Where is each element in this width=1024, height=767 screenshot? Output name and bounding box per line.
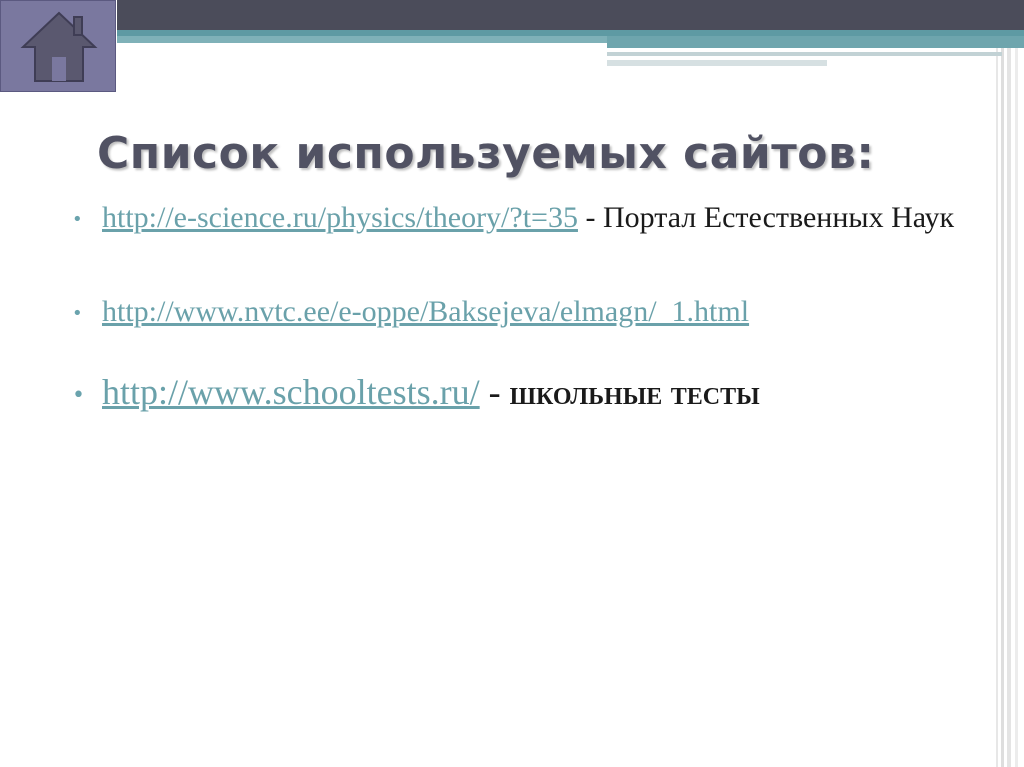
banner-stripe bbox=[607, 36, 1024, 48]
home-button[interactable] bbox=[0, 0, 116, 92]
banner-stripe bbox=[117, 36, 607, 43]
banner-stripe bbox=[607, 60, 827, 66]
bullet: • bbox=[72, 209, 83, 230]
link-schooltests[interactable]: http://www.schooltests.ru/ bbox=[102, 372, 480, 412]
description: школьные тесты bbox=[509, 375, 760, 412]
page-title: Список используемых сайтов: bbox=[97, 128, 875, 179]
list-item: • http://www.nvtc.ee/e-oppe/Baksejeva/el… bbox=[72, 292, 972, 332]
site-list: • http://e-science.ru/physics/theory/?t=… bbox=[72, 198, 972, 416]
list-item: • http://www.schooltests.ru/ - школьные … bbox=[72, 370, 972, 416]
top-banner bbox=[117, 0, 1024, 30]
edge-stripe bbox=[996, 0, 998, 767]
list-item: • http://e-science.ru/physics/theory/?t=… bbox=[72, 198, 972, 238]
description: Портал Естественных Наук bbox=[602, 201, 955, 234]
separator: - bbox=[479, 372, 510, 412]
link-nvtc[interactable]: http://www.nvtc.ee/e-oppe/Baksejeva/elma… bbox=[102, 295, 749, 328]
banner-stripe bbox=[607, 52, 1002, 56]
home-icon bbox=[20, 11, 98, 82]
separator: - bbox=[577, 201, 603, 234]
edge-stripe bbox=[1007, 0, 1011, 767]
slide: Список используемых сайтов: • http://e-s… bbox=[0, 0, 1024, 767]
edge-stripe bbox=[1015, 0, 1018, 767]
bullet: • bbox=[72, 303, 83, 324]
link-e-science[interactable]: http://e-science.ru/physics/theory/?t=35 bbox=[102, 201, 578, 234]
bullet: • bbox=[72, 383, 85, 408]
edge-stripe bbox=[1001, 0, 1004, 767]
